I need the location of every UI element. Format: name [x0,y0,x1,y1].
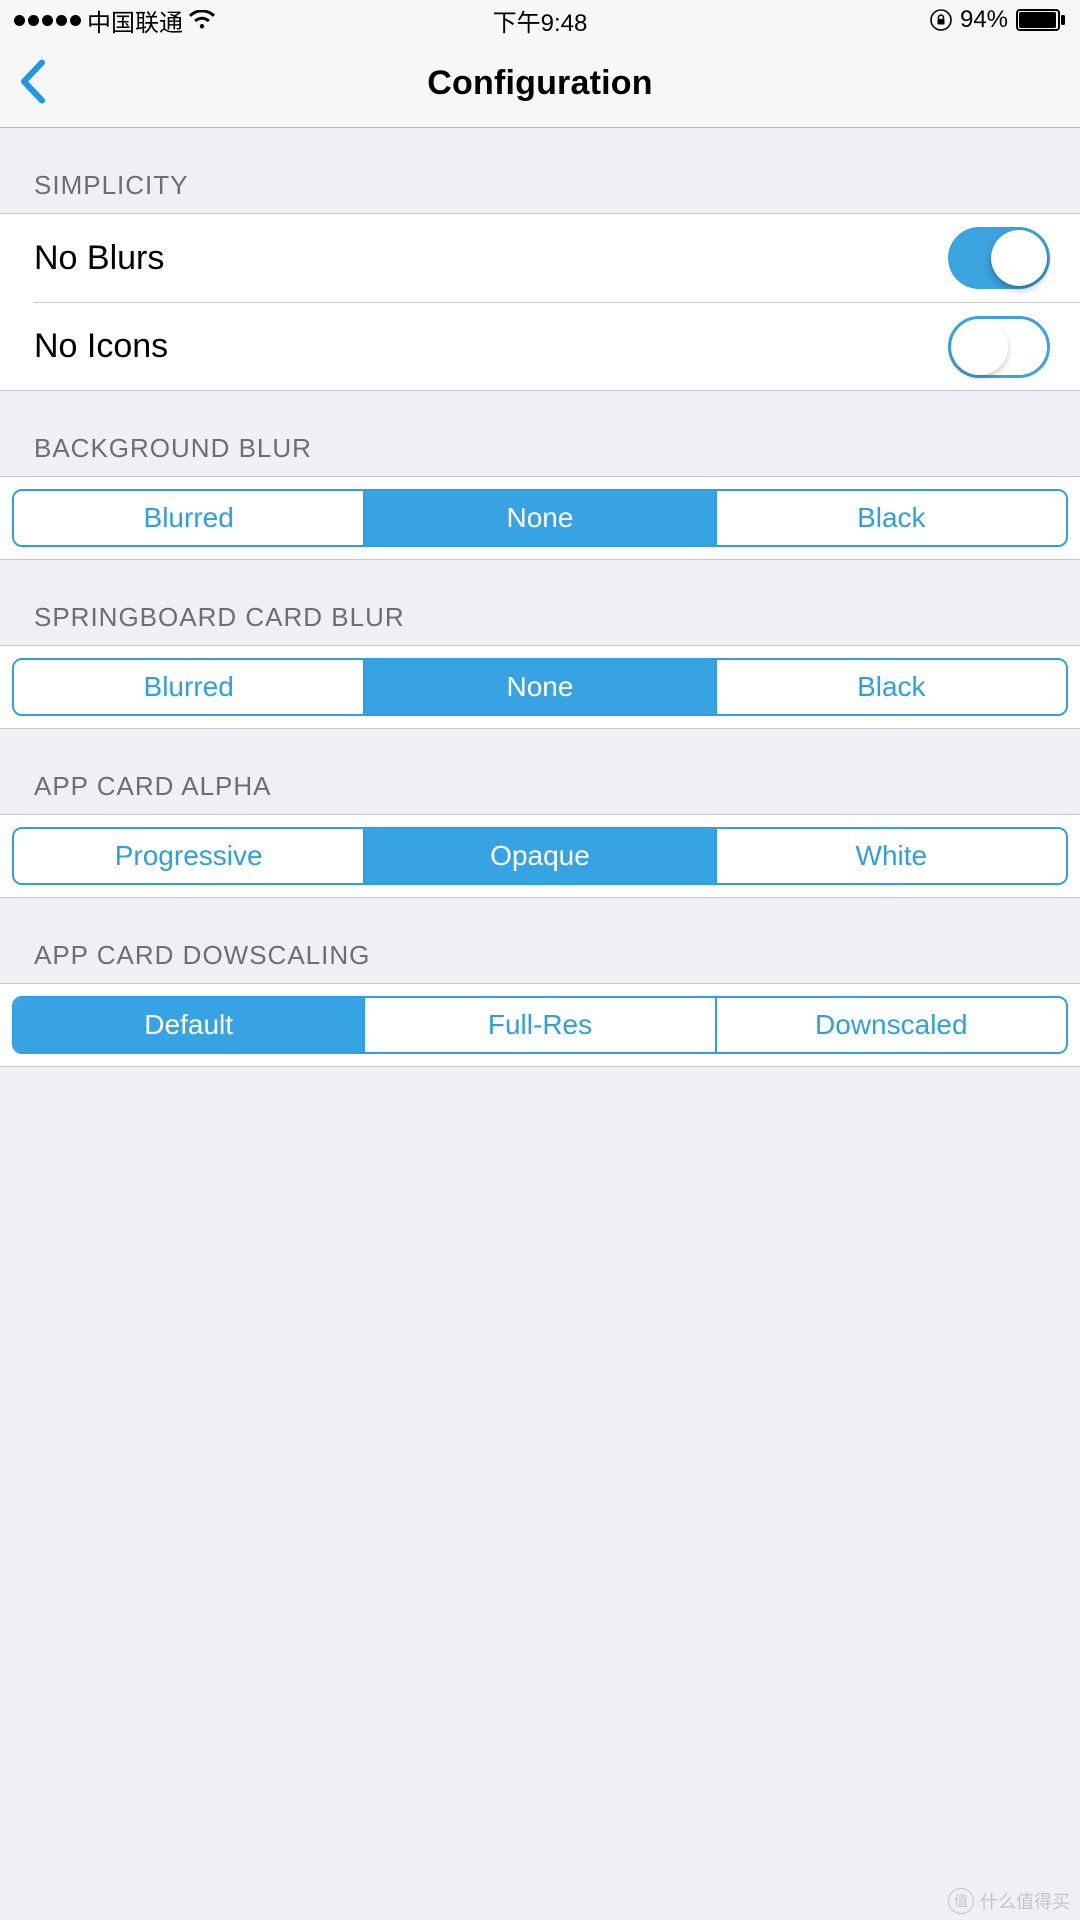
status-time: 下午9:48 [365,3,716,38]
switch-no-blurs[interactable] [948,227,1050,289]
battery-percent: 94% [960,6,1008,34]
wifi-icon [189,10,215,30]
section-header-app-card-downscaling: APP CARD DOWSCALING [0,898,1080,983]
section-header-app-card-alpha: APP CARD ALPHA [0,729,1080,814]
status-bar: 中国联通 下午9:48 94% [0,0,1080,40]
segmented-background-blur: Blurred None Black [12,489,1068,547]
seg-scale-default[interactable]: Default [14,998,363,1052]
section-header-springboard-card-blur: SPRINGBOARD CARD BLUR [0,560,1080,645]
row-label-no-icons: No Icons [34,327,168,366]
seg-sb-none[interactable]: None [363,660,714,714]
row-no-blurs: No Blurs [0,214,1080,302]
nav-bar: Configuration [0,40,1080,128]
signal-strength-icon [14,15,81,26]
back-button[interactable] [18,58,46,109]
seg-alpha-white[interactable]: White [715,829,1066,883]
carrier-label: 中国联通 [87,3,183,38]
seg-bg-blurred[interactable]: Blurred [14,491,363,545]
segmented-app-card-downscaling: Default Full-Res Downscaled [12,996,1068,1054]
section-header-background-blur: BACKGROUND BLUR [0,391,1080,476]
group-simplicity: No Blurs No Icons [0,213,1080,391]
seg-sb-blurred[interactable]: Blurred [14,660,363,714]
row-label-no-blurs: No Blurs [34,239,164,278]
seg-alpha-progressive[interactable]: Progressive [14,829,363,883]
seg-bg-black[interactable]: Black [715,491,1066,545]
segmented-springboard-card-blur: Blurred None Black [12,658,1068,716]
segmented-app-card-alpha: Progressive Opaque White [12,827,1068,885]
orientation-lock-icon [930,9,952,31]
seg-alpha-opaque[interactable]: Opaque [363,829,714,883]
section-header-simplicity: SIMPLICITY [0,128,1080,213]
page-title: Configuration [427,64,652,103]
seg-scale-downscaled[interactable]: Downscaled [715,998,1066,1052]
seg-bg-none[interactable]: None [363,491,714,545]
seg-scale-fullres[interactable]: Full-Res [363,998,714,1052]
seg-sb-black[interactable]: Black [715,660,1066,714]
row-no-icons: No Icons [34,302,1080,390]
switch-no-icons[interactable] [948,316,1050,378]
battery-icon [1016,9,1066,31]
watermark: 值 什么值得买 [948,1888,1070,1914]
